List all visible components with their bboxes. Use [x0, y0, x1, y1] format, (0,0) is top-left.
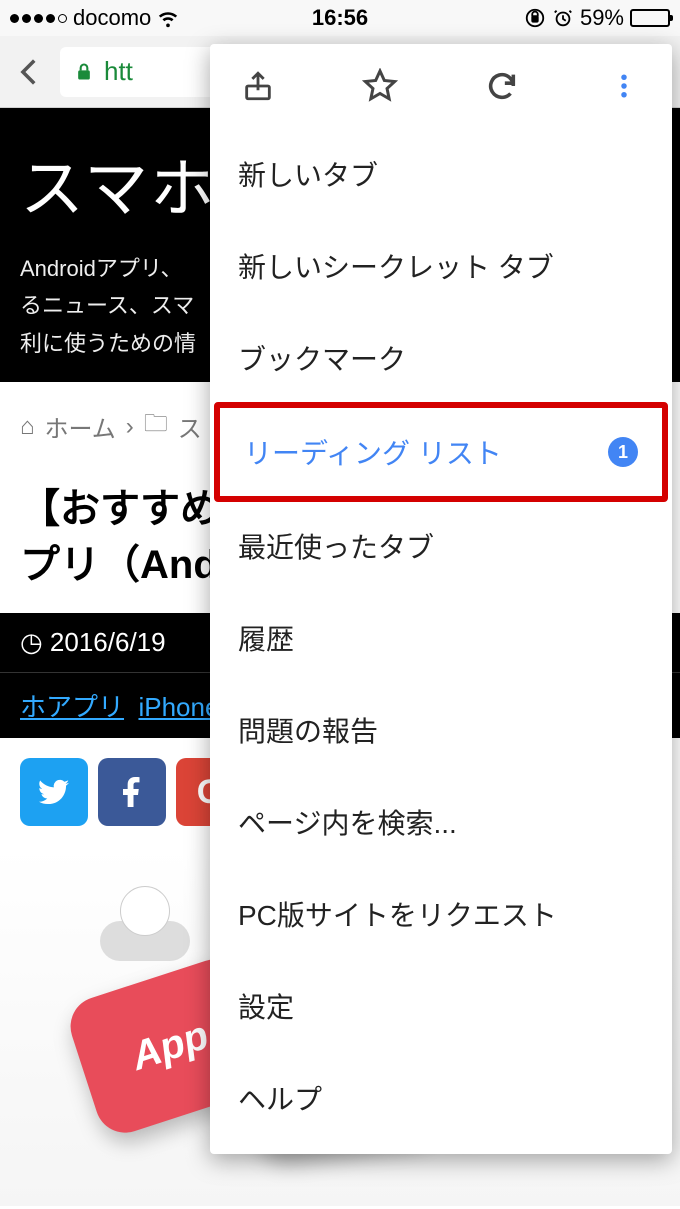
menu-history[interactable]: 履歴 [210, 592, 672, 684]
menu-item-label: PC版サイトをリクエスト [238, 894, 557, 934]
menu-icon-row [210, 44, 672, 128]
signal-strength-icon [10, 14, 67, 23]
menu-item-label: 新しいシークレット タブ [238, 246, 554, 286]
alarm-icon [552, 7, 574, 29]
battery-percent: 59% [580, 5, 624, 31]
menu-report-issue[interactable]: 問題の報告 [210, 684, 672, 776]
rotation-lock-icon [524, 7, 546, 29]
browser-menu: 新しいタブ 新しいシークレット タブ ブックマーク リーディング リスト 1 最… [210, 44, 672, 1154]
menu-request-desktop-site[interactable]: PC版サイトをリクエスト [210, 868, 672, 960]
status-right: 59% [524, 5, 670, 31]
reload-icon[interactable] [482, 66, 522, 106]
clock: 16:56 [312, 5, 368, 31]
tag-link-2[interactable]: iPhone [138, 692, 219, 722]
menu-find-in-page[interactable]: ページ内を検索... [210, 776, 672, 868]
tag-separator: , [124, 692, 138, 722]
share-icon[interactable] [238, 66, 278, 106]
breadcrumb-home[interactable]: ホーム [45, 409, 116, 444]
menu-item-label: ページ内を検索... [238, 802, 457, 842]
status-bar: docomo 16:56 59% [0, 0, 680, 36]
battery-icon [630, 9, 670, 27]
breadcrumb-category[interactable]: ス [178, 409, 202, 444]
clock-icon: ◷ [20, 627, 43, 657]
menu-item-label: 設定 [238, 986, 294, 1026]
menu-item-label: ブックマーク [238, 338, 406, 378]
menu-new-incognito-tab[interactable]: 新しいシークレット タブ [210, 220, 672, 312]
menu-item-label: 最近使ったタブ [238, 526, 434, 566]
menu-reading-list[interactable]: リーディング リスト 1 [214, 402, 668, 502]
menu-bookmarks[interactable]: ブックマーク [210, 312, 672, 404]
back-button[interactable] [10, 52, 50, 92]
figure-icon [90, 866, 210, 966]
menu-item-label: リーディング リスト [244, 432, 502, 472]
folder-icon: 🗀 [144, 406, 168, 447]
tag-link-1[interactable]: ホアプリ [20, 692, 124, 722]
menu-item-label: 履歴 [238, 618, 294, 658]
chevron-right-icon: › [126, 413, 134, 441]
menu-new-tab[interactable]: 新しいタブ [210, 128, 672, 220]
menu-settings[interactable]: 設定 [210, 960, 672, 1052]
menu-item-label: 新しいタブ [238, 154, 378, 194]
lock-icon [74, 60, 94, 84]
star-icon[interactable] [360, 66, 400, 106]
menu-recent-tabs[interactable]: 最近使ったタブ [210, 500, 672, 592]
facebook-share-button[interactable] [98, 758, 166, 826]
more-vert-icon[interactable] [604, 66, 644, 106]
url-text: htt [104, 56, 133, 87]
wifi-icon [157, 7, 179, 29]
home-icon[interactable]: ⌂ [20, 413, 35, 441]
carrier-label: docomo [73, 5, 151, 31]
article-date: 2016/6/19 [50, 627, 166, 657]
menu-item-label: 問題の報告 [238, 710, 378, 750]
twitter-share-button[interactable] [20, 758, 88, 826]
status-left: docomo [10, 5, 179, 31]
menu-item-label: ヘルプ [238, 1078, 322, 1118]
menu-help[interactable]: ヘルプ [210, 1052, 672, 1144]
reading-list-badge: 1 [608, 437, 638, 467]
